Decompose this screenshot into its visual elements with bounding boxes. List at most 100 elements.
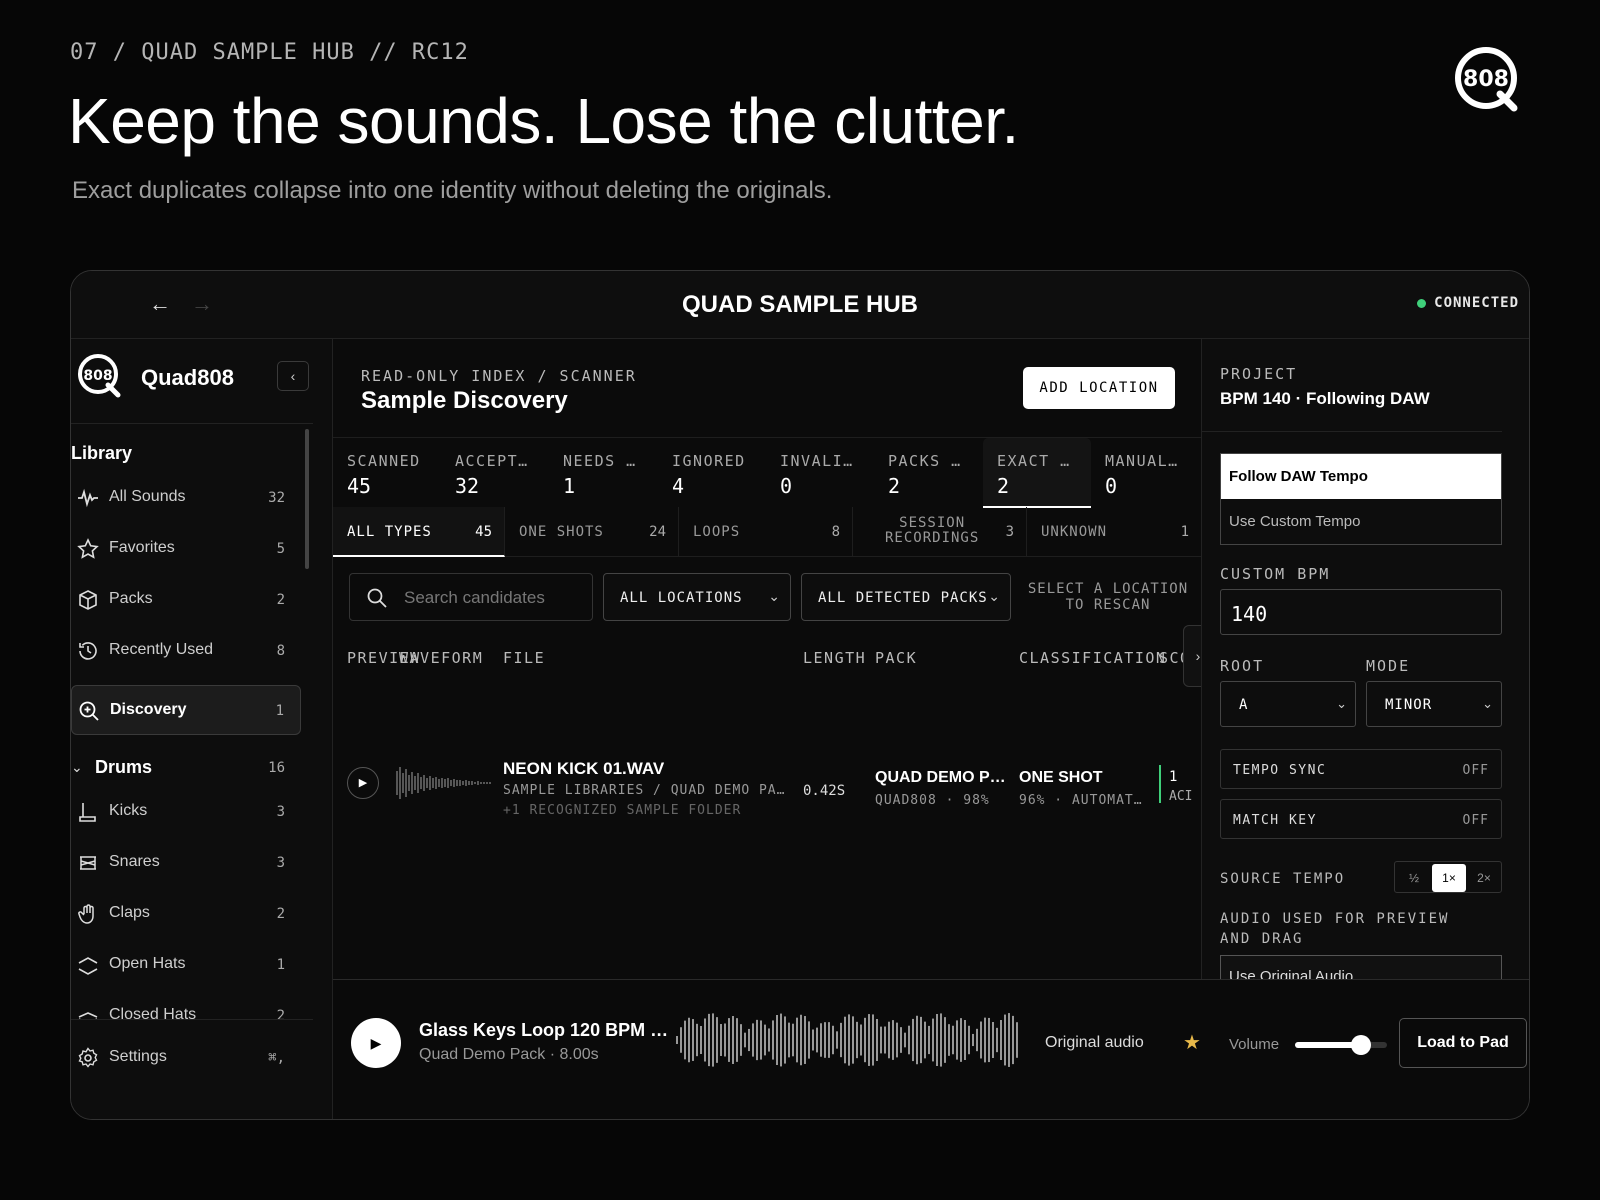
toggle-value: OFF	[1462, 763, 1489, 778]
row-score: 1	[1169, 769, 1178, 785]
sidebar-item-label: Claps	[109, 904, 150, 921]
tab-all-types[interactable]: ALL TYPES 45	[333, 507, 505, 557]
add-location-button[interactable]: ADD LOCATION	[1023, 367, 1175, 409]
match-key-toggle[interactable]: MATCH KEY OFF	[1220, 799, 1502, 839]
star-icon	[77, 538, 99, 559]
tempo-sync-toggle[interactable]: TEMPO SYNC OFF	[1220, 749, 1502, 789]
source-tempo-half[interactable]: ½	[1397, 868, 1431, 888]
search-icon	[367, 588, 387, 608]
row-file-name: NEON KICK 01.WAV	[503, 759, 665, 778]
now-playing-title: Glass Keys Loop 120 BPM …	[419, 1020, 669, 1040]
stat-label: ACCEPT…	[455, 452, 529, 470]
sidebar-item-packs[interactable]: Packs 2	[71, 575, 301, 625]
stat-value: 32	[455, 474, 480, 498]
load-to-pad-button[interactable]: Load to Pad	[1399, 1018, 1527, 1068]
toggle-label: MATCH KEY	[1233, 813, 1317, 828]
sidebar-item-label: Settings	[109, 1048, 167, 1065]
page: 07 / QUAD SAMPLE HUB // RC12 Keep the so…	[0, 0, 1600, 1200]
use-original-audio-button[interactable]: Use Original Audio	[1220, 955, 1502, 979]
sidebar-item-discovery[interactable]: Discovery 1	[71, 685, 301, 735]
sidebar-item-recently-used[interactable]: Recently Used 8	[71, 626, 301, 676]
sidebar-scrollbar[interactable]	[305, 429, 309, 569]
stat-label: MANUAL…	[1105, 452, 1179, 470]
row-file-path: SAMPLE LIBRARIES / QUAD DEMO PA…	[503, 783, 786, 798]
sidebar-group-drums[interactable]: ⌄ Drums 16	[71, 755, 301, 785]
toggle-label: TEMPO SYNC	[1233, 763, 1327, 778]
brand-name: Quad808	[141, 365, 234, 390]
column-header-file[interactable]: FILE	[503, 649, 545, 667]
settings-shortcut: ⌘,	[268, 1050, 285, 1066]
stat-invalid[interactable]: INVALI… 0	[766, 438, 874, 508]
stat-value: 0	[1105, 474, 1118, 498]
source-tempo-2x[interactable]: 2×	[1467, 868, 1501, 888]
source-tempo-1x[interactable]: 1×	[1432, 864, 1466, 892]
tab-loops[interactable]: LOOPS 8	[679, 507, 853, 557]
search-input[interactable]	[404, 586, 584, 610]
stat-scanned[interactable]: SCANNED 45	[333, 438, 441, 508]
player-waveform[interactable]	[675, 1010, 1021, 1070]
tab-unknown[interactable]: UNKNOWN 1	[1027, 507, 1201, 557]
column-header-classification[interactable]: CLASSIFICATION	[1019, 649, 1166, 667]
tab-session-recordings[interactable]: SESSION RECORDINGS 3	[853, 507, 1027, 557]
stat-label: IGNORED	[672, 452, 746, 470]
player-bar: ▶ Glass Keys Loop 120 BPM … Quad Demo Pa…	[333, 979, 1529, 1119]
row-play-button[interactable]: ▶	[347, 767, 379, 799]
mode-select[interactable]: MINOR ⌄	[1366, 681, 1502, 727]
stat-accepted[interactable]: ACCEPT… 32	[441, 438, 549, 508]
connection-status: CONNECTED	[1417, 295, 1519, 311]
tab-count: 1	[1180, 524, 1189, 540]
sidebar-item-all-sounds[interactable]: All Sounds 32	[71, 473, 301, 523]
root-select[interactable]: A ⌄	[1220, 681, 1356, 727]
toggle-value: OFF	[1462, 813, 1489, 828]
sidebar-item-favorites[interactable]: Favorites 5	[71, 524, 301, 574]
sidebar-item-claps[interactable]: Claps 2	[71, 889, 301, 939]
sidebar-item-kicks[interactable]: Kicks 3	[71, 787, 301, 837]
sidebar-item-settings[interactable]: Settings ⌘,	[71, 1033, 301, 1083]
stat-ignored[interactable]: IGNORED 4	[658, 438, 766, 508]
pack-filter-select[interactable]: ALL DETECTED PACKS ⌄	[801, 573, 1011, 621]
stats-bar: SCANNED 45 ACCEPT… 32 NEEDS … 1 IGNORED 4 IN…	[333, 437, 1201, 508]
follow-daw-tempo-option[interactable]: Follow DAW Tempo	[1221, 454, 1501, 499]
page-subline: Exact duplicates collapse into one ident…	[72, 177, 833, 204]
custom-bpm-input[interactable]: 140	[1220, 589, 1502, 635]
stat-needs-review[interactable]: NEEDS … 1	[549, 438, 657, 508]
root-label: ROOT	[1220, 657, 1265, 675]
type-tabs: ALL TYPES 45 ONE SHOTS 24 LOOPS 8 SESSION RE…	[333, 507, 1201, 557]
sidebar-item-label: All Sounds	[109, 488, 186, 505]
sidebar-item-label: Favorites	[109, 539, 175, 556]
volume-knob[interactable]	[1351, 1035, 1372, 1055]
volume-label: Volume	[1229, 1036, 1280, 1053]
connection-label: CONNECTED	[1434, 295, 1519, 311]
box-icon	[79, 590, 97, 610]
column-header-waveform[interactable]: WAVEFORM	[399, 649, 483, 667]
quad808-logo-icon: 808	[1455, 47, 1518, 112]
kick-icon	[79, 803, 96, 822]
table-row[interactable]: ▶ NEON KICK 01.WAV SAMPLE LIBRARIES / QU…	[333, 759, 1201, 819]
collapse-sidebar-button[interactable]: ‹	[277, 361, 309, 391]
favorite-star-icon[interactable]: ★	[1183, 1030, 1201, 1055]
stat-packs[interactable]: PACKS … 2	[874, 438, 982, 508]
stat-label: PACKS …	[888, 452, 962, 470]
use-custom-tempo-option[interactable]: Use Custom Tempo	[1221, 499, 1501, 544]
tab-one-shots[interactable]: ONE SHOTS 24	[505, 507, 679, 557]
stat-label: NEEDS …	[563, 452, 637, 470]
play-button[interactable]: ▶	[351, 1018, 401, 1068]
tempo-mode-segmented: Follow DAW Tempo Use Custom Tempo	[1220, 453, 1502, 545]
location-filter-select[interactable]: ALL LOCATIONS ⌄	[603, 573, 791, 621]
sidebar-item-open-hats[interactable]: Open Hats 1	[71, 940, 301, 990]
sidebar-item-snares[interactable]: Snares 3	[71, 838, 301, 888]
chevron-down-icon: ⌄	[71, 759, 83, 775]
sidebar-item-closed-hats[interactable]: Closed Hats 2	[71, 991, 301, 1019]
volume-slider[interactable]	[1295, 1035, 1387, 1055]
project-value: BPM 140 · Following DAW	[1220, 389, 1430, 408]
column-header-pack[interactable]: PACK	[875, 649, 917, 667]
search-box[interactable]	[349, 573, 593, 621]
column-header-length[interactable]: LENGTH	[803, 649, 866, 667]
sidebar-item-count: 8	[276, 643, 285, 659]
select-value: A	[1239, 697, 1249, 713]
sidebar-item-label: Recently Used	[109, 641, 214, 658]
stat-value: 0	[780, 474, 793, 498]
stat-exact-duplicates[interactable]: EXACT … 2	[983, 438, 1091, 508]
stat-manual[interactable]: MANUAL… 0	[1091, 438, 1199, 508]
score-indicator	[1159, 765, 1161, 803]
